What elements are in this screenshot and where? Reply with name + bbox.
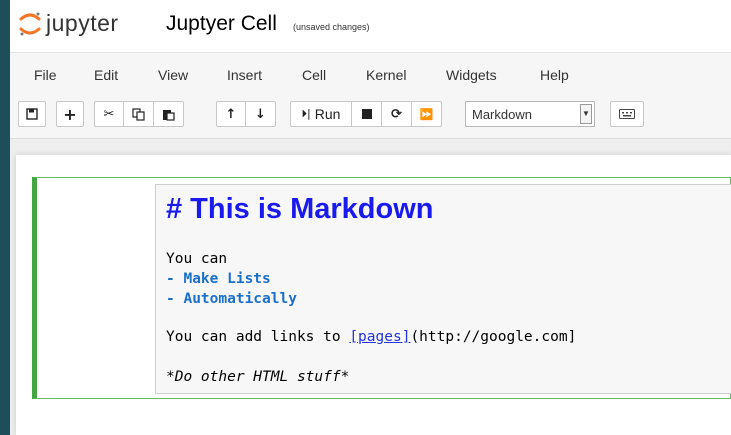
- notebook-area: # This is Markdown You can - Make Lists …: [10, 139, 731, 435]
- arrow-down-icon: ↓: [255, 106, 266, 122]
- keyboard-icon: [619, 109, 635, 119]
- cell-type-select[interactable]: Markdown ▼: [465, 101, 595, 127]
- menu-widgets[interactable]: Widgets: [446, 67, 497, 83]
- dropdown-arrow-icon[interactable]: ▼: [580, 104, 592, 124]
- save-status: (unsaved changes): [293, 22, 370, 32]
- menu-cell[interactable]: Cell: [302, 67, 326, 83]
- notebook-header: jupyter Juptyer Cell (unsaved changes): [10, 0, 731, 52]
- arrow-up-icon: ↑: [225, 106, 237, 122]
- command-palette-button[interactable]: [610, 101, 644, 127]
- link-line: You can add links to [pages](http://goog…: [166, 329, 576, 345]
- menu-bar: File Edit View Insert Cell Kernel Widget…: [10, 52, 731, 95]
- italic-line: *Do other HTML stuff*: [166, 369, 350, 385]
- link-text[interactable]: [pages]: [349, 329, 410, 345]
- jupyter-logo-icon[interactable]: [18, 10, 42, 38]
- link-url: (http://google.com]: [410, 329, 577, 345]
- save-button[interactable]: [18, 101, 46, 127]
- save-icon: [26, 108, 38, 120]
- menu-help[interactable]: Help: [540, 67, 569, 83]
- restart-button[interactable]: ⟳: [382, 101, 412, 127]
- paste-icon: [163, 109, 175, 121]
- menu-edit[interactable]: Edit: [94, 67, 118, 83]
- menu-file[interactable]: File: [34, 67, 57, 83]
- notebook-title[interactable]: Juptyer Cell: [166, 12, 277, 36]
- insert-cell-button[interactable]: +: [56, 101, 84, 127]
- step-icon: ⏵|: [301, 107, 311, 120]
- cell-editor[interactable]: # This is Markdown You can - Make Lists …: [155, 184, 731, 394]
- brand-name: jupyter: [46, 10, 119, 36]
- menu-insert[interactable]: Insert: [227, 67, 262, 83]
- link-prefix: You can add links to: [166, 329, 350, 345]
- interrupt-button[interactable]: [352, 101, 382, 127]
- copy-icon: [132, 107, 145, 121]
- menu-kernel[interactable]: Kernel: [366, 67, 406, 83]
- cell-type-value: Markdown: [472, 107, 532, 122]
- restart-icon: ⟳: [391, 106, 402, 122]
- scissors-icon: ✂: [103, 106, 115, 122]
- run-label: Run: [314, 106, 341, 122]
- notebook-page: # This is Markdown You can - Make Lists …: [16, 155, 731, 435]
- plus-icon: +: [63, 104, 77, 124]
- stop-icon: [361, 109, 372, 119]
- cut-button[interactable]: ✂: [94, 101, 124, 127]
- run-all-button[interactable]: ⏩: [412, 101, 442, 127]
- move-down-button[interactable]: ↓: [246, 101, 276, 127]
- move-up-button[interactable]: ↑: [216, 101, 246, 127]
- markdown-cell[interactable]: # This is Markdown You can - Make Lists …: [32, 177, 731, 399]
- list-item-2: - Automatically: [166, 291, 297, 307]
- toolbar: + ✂ ↑ ↓ ⏵| Run ⟳ ⏩ Markdown ▼: [10, 94, 731, 139]
- run-button[interactable]: ⏵| Run: [290, 101, 352, 127]
- browser-window: jupyter Juptyer Cell (unsaved changes) F…: [10, 0, 731, 435]
- cell-line-1: You can: [166, 251, 228, 267]
- markdown-heading: # This is Markdown: [166, 193, 434, 225]
- paste-button[interactable]: [154, 101, 184, 127]
- menu-view[interactable]: View: [158, 67, 188, 83]
- copy-button[interactable]: [124, 101, 154, 127]
- fast-forward-icon: ⏩: [419, 107, 434, 121]
- list-item-1: - Make Lists: [166, 271, 271, 287]
